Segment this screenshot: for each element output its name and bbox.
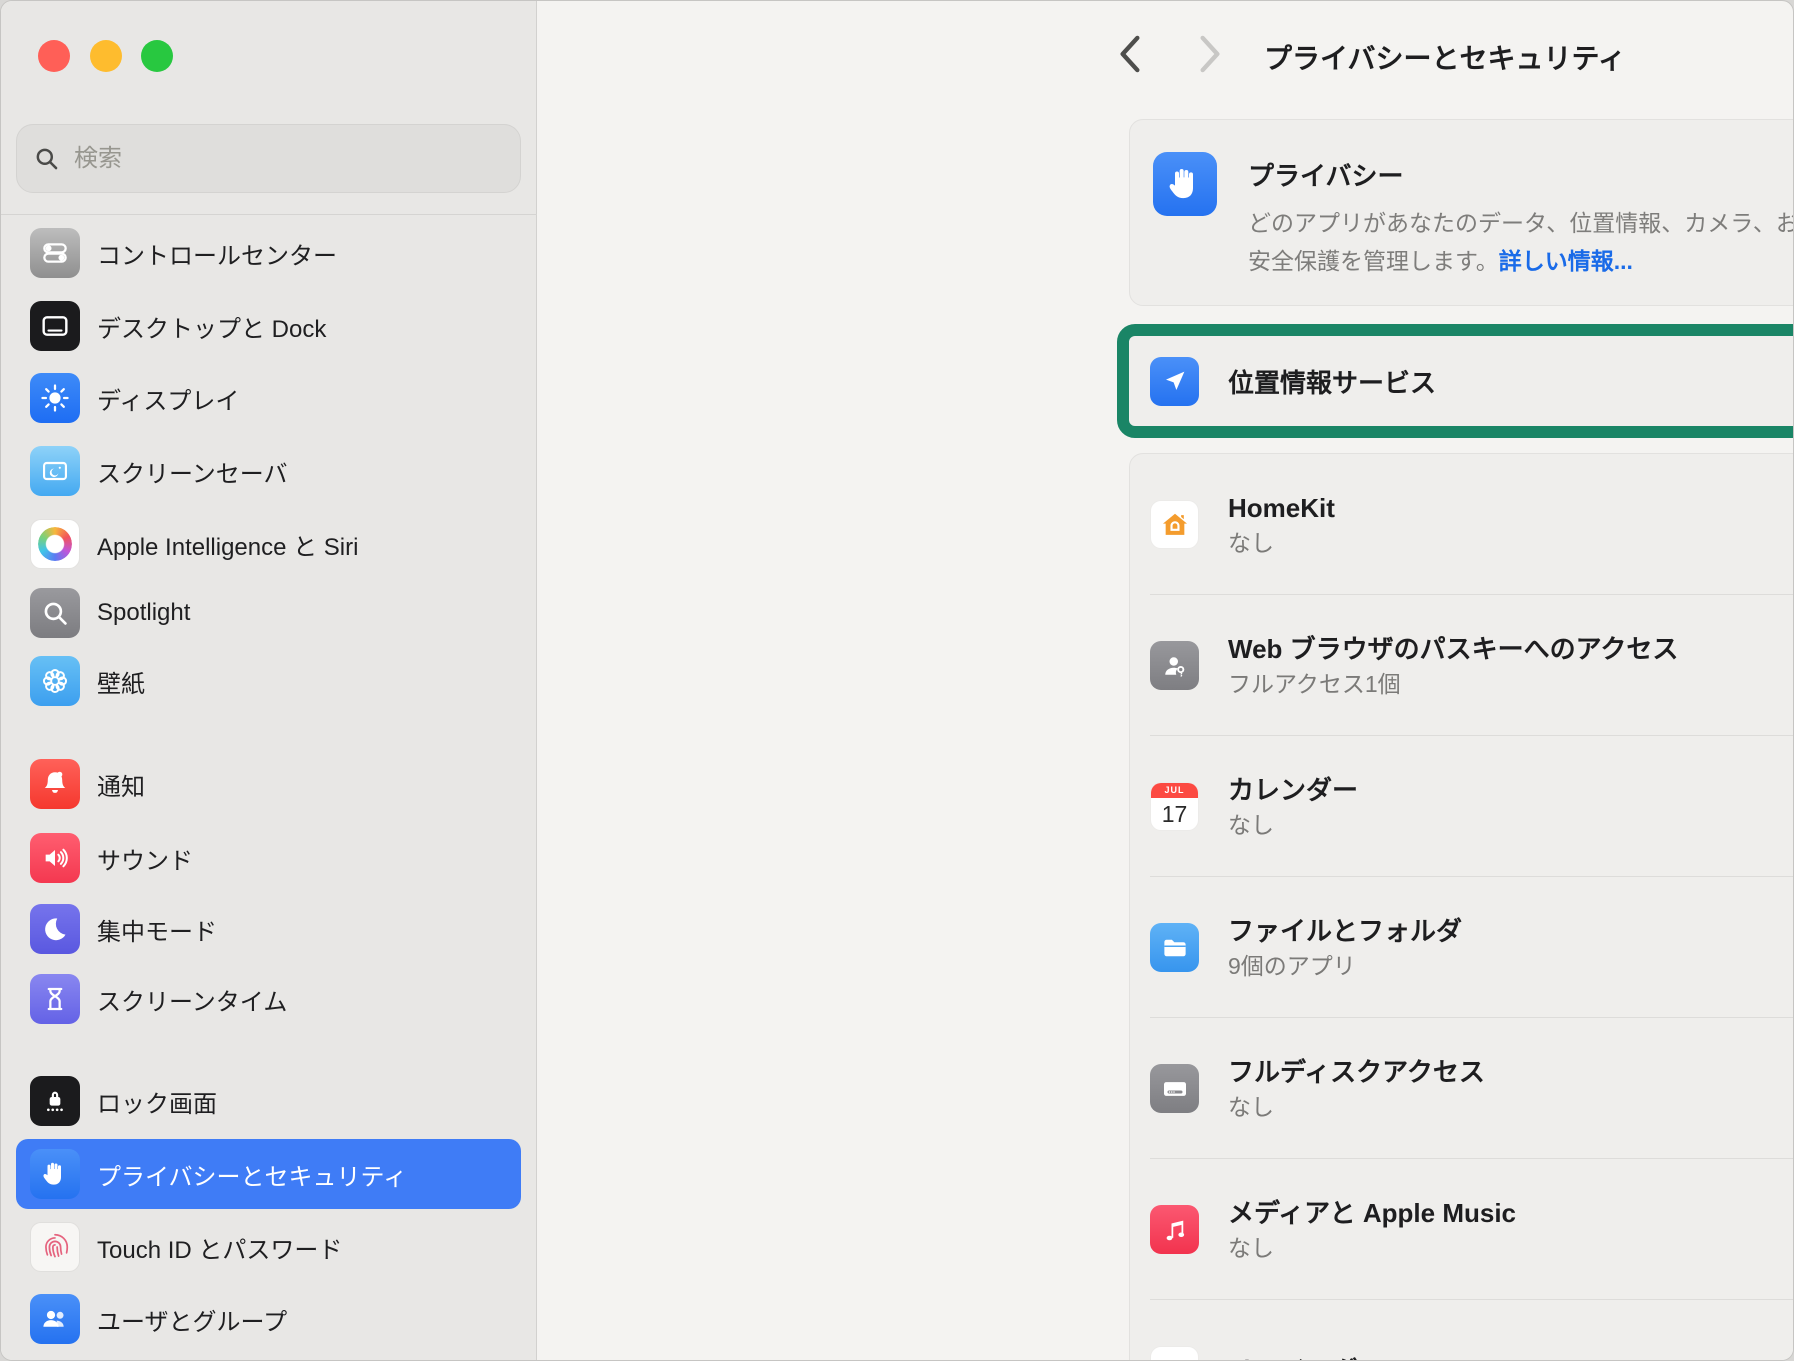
- sidebar-item-wallpaper[interactable]: 壁紙: [16, 645, 521, 717]
- sidebar-item-touch-id-password[interactable]: Touch ID とパスワード: [16, 1211, 521, 1283]
- main-panel: プライバシーとセキュリティ プライバシー どのアプリがあなたのデータ、位置情報、…: [537, 1, 1793, 1360]
- sidebar: コントロールセンター デスクトップと Dock ディスプレイ スクリーンセーバ: [1, 1, 537, 1360]
- display-icon: [30, 373, 80, 423]
- row-files-folders[interactable]: ファイルとフォルダ 9個のアプリ: [1130, 877, 1794, 1018]
- back-button[interactable]: [1110, 34, 1150, 74]
- apple-intelligence-icon: [30, 519, 80, 569]
- search-input[interactable]: [72, 144, 504, 174]
- sidebar-item-notifications[interactable]: 通知: [16, 748, 521, 820]
- touch-id-fingerprint-icon: [30, 1222, 80, 1272]
- sidebar-item-focus[interactable]: 集中モード: [16, 893, 521, 965]
- search-field[interactable]: [16, 124, 521, 193]
- sidebar-divider: [1, 214, 537, 215]
- sidebar-item-label: スクリーンセーバ: [97, 454, 288, 489]
- row-title: ファイルとフォルダ: [1228, 915, 1794, 947]
- row-media-apple-music[interactable]: メディアと Apple Music なし: [1130, 1159, 1794, 1300]
- row-subtitle: なし: [1228, 1234, 1794, 1262]
- reminders-icon: [1150, 1346, 1199, 1361]
- privacy-hand-icon: [1153, 152, 1217, 216]
- row-title: フルディスクアクセス: [1228, 1056, 1794, 1088]
- sidebar-item-desktop-dock[interactable]: デスクトップと Dock: [16, 290, 521, 362]
- privacy-card-description: どのアプリがあなたのデータ、位置情報、カメラ、およびマイクにアクセスできるかを管…: [1248, 204, 1794, 280]
- users-groups-icon: [30, 1294, 80, 1344]
- row-subtitle: なし: [1228, 529, 1794, 557]
- chevron-right-icon: [1197, 35, 1223, 73]
- homekit-icon: [1150, 500, 1199, 549]
- sidebar-item-sound[interactable]: サウンド: [16, 822, 521, 894]
- row-homekit[interactable]: HomeKit なし: [1130, 454, 1794, 595]
- sidebar-item-label: サウンド: [97, 841, 193, 876]
- control-center-icon: [30, 228, 80, 278]
- privacy-settings-list: HomeKit なし Web ブラウザのパスキーへのアクセス フルアクセス1個: [1129, 453, 1794, 1361]
- forward-button[interactable]: [1190, 34, 1230, 74]
- row-full-disk-access[interactable]: フルディスクアクセス なし: [1130, 1018, 1794, 1159]
- sidebar-item-label: ロック画面: [97, 1084, 217, 1119]
- sound-speaker-icon: [30, 833, 80, 883]
- sidebar-item-label: ユーザとグループ: [97, 1302, 287, 1337]
- privacy-hand-icon: [30, 1149, 80, 1199]
- sidebar-item-label: スクリーンタイム: [97, 982, 287, 1017]
- sidebar-item-displays[interactable]: ディスプレイ: [16, 362, 521, 434]
- row-passkeys[interactable]: Web ブラウザのパスキーへのアクセス フルアクセス1個: [1130, 595, 1794, 736]
- row-reminders[interactable]: リマインダー: [1130, 1300, 1794, 1361]
- minimize-window-button[interactable]: [90, 40, 122, 72]
- notifications-bell-icon: [30, 759, 80, 809]
- location-services-label: 位置情報サービス: [1228, 363, 1794, 400]
- row-calendar[interactable]: JUL 17 カレンダー なし: [1130, 736, 1794, 877]
- privacy-summary-card: プライバシー どのアプリがあなたのデータ、位置情報、カメラ、およびマイクにアクセ…: [1129, 119, 1794, 306]
- sidebar-item-label: コントロールセンター: [97, 236, 337, 271]
- sidebar-item-users-groups[interactable]: ユーザとグループ: [16, 1283, 521, 1355]
- location-arrow-icon: [1150, 357, 1199, 406]
- privacy-card-title: プライバシー: [1248, 156, 1403, 193]
- zoom-window-button[interactable]: [141, 40, 173, 72]
- sidebar-item-label: 壁紙: [97, 664, 145, 699]
- sidebar-item-label: ディスプレイ: [97, 381, 239, 416]
- sidebar-item-label: 通知: [97, 767, 145, 802]
- row-title: リマインダー: [1228, 1355, 1794, 1361]
- sidebar-item-lock-screen[interactable]: ロック画面: [16, 1065, 521, 1137]
- sidebar-item-spotlight[interactable]: Spotlight: [16, 577, 521, 649]
- sidebar-item-label: 集中モード: [97, 912, 217, 947]
- sidebar-item-label: Spotlight: [97, 599, 190, 627]
- row-subtitle: 9個のアプリ: [1228, 952, 1794, 980]
- wallpaper-icon: [30, 656, 80, 706]
- row-subtitle: なし: [1228, 811, 1794, 839]
- sidebar-item-screen-time[interactable]: スクリーンタイム: [16, 963, 521, 1035]
- page-title: プライバシーとセキュリティ: [1264, 37, 1626, 77]
- sidebar-item-apple-intelligence-siri[interactable]: Apple Intelligence と Siri: [16, 508, 521, 580]
- sidebar-item-label: デスクトップと Dock: [97, 309, 326, 344]
- lock-icon: [30, 1076, 80, 1126]
- sidebar-item-label: Touch ID とパスワード: [97, 1230, 342, 1265]
- calendar-month-label: JUL: [1151, 783, 1198, 798]
- learn-more-link[interactable]: 詳しい情報...: [1499, 248, 1633, 274]
- focus-moon-icon: [30, 904, 80, 954]
- calendar-icon: JUL 17: [1150, 782, 1199, 831]
- row-title: Web ブラウザのパスキーへのアクセス: [1228, 633, 1794, 665]
- chevron-left-icon: [1117, 35, 1143, 73]
- search-icon: [33, 145, 60, 172]
- files-folders-icon: [1150, 923, 1199, 972]
- spotlight-icon: [30, 588, 80, 638]
- desktop-dock-icon: [30, 301, 80, 351]
- media-apple-music-icon: [1150, 1205, 1199, 1254]
- sidebar-item-label: Apple Intelligence と Siri: [97, 527, 358, 562]
- calendar-day-label: 17: [1151, 798, 1198, 830]
- location-services-row[interactable]: 位置情報サービス 5: [1117, 324, 1794, 438]
- screen-time-hourglass-icon: [30, 974, 80, 1024]
- row-title: メディアと Apple Music: [1228, 1197, 1794, 1229]
- passkeys-icon: [1150, 641, 1199, 690]
- screensaver-icon: [30, 446, 80, 496]
- row-subtitle: なし: [1228, 1093, 1794, 1121]
- full-disk-icon: [1150, 1064, 1199, 1113]
- row-subtitle: フルアクセス1個: [1228, 670, 1794, 698]
- row-title: カレンダー: [1228, 774, 1794, 806]
- sidebar-item-control-center[interactable]: コントロールセンター: [16, 217, 521, 289]
- sidebar-item-privacy-security[interactable]: プライバシーとセキュリティ: [16, 1139, 521, 1209]
- close-window-button[interactable]: [38, 40, 70, 72]
- system-settings-window: コントロールセンター デスクトップと Dock ディスプレイ スクリーンセーバ: [0, 0, 1794, 1361]
- sidebar-item-screen-saver[interactable]: スクリーンセーバ: [16, 435, 521, 507]
- row-title: HomeKit: [1228, 492, 1794, 524]
- sidebar-item-label: プライバシーとセキュリティ: [97, 1157, 407, 1192]
